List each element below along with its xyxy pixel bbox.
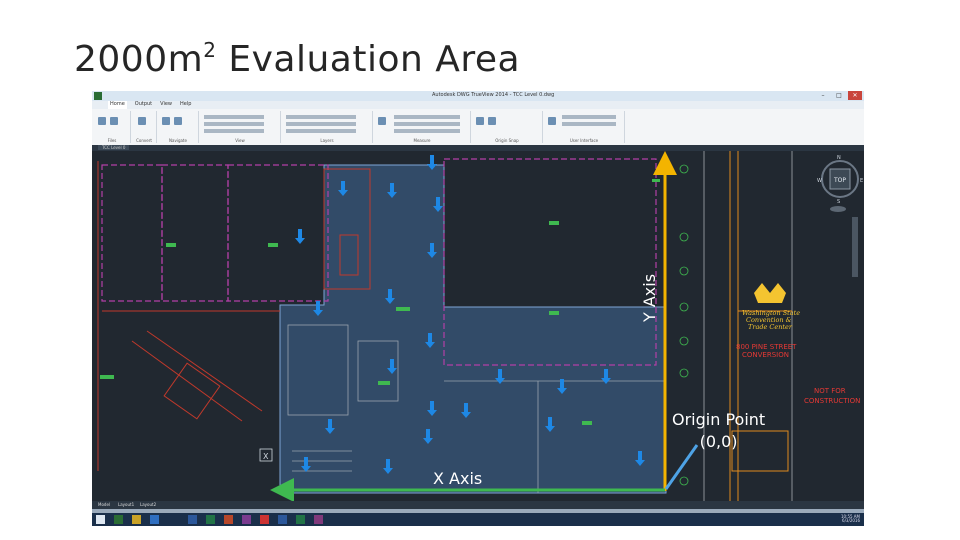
ui-option-2[interactable] [562,122,616,126]
slide-title: 2000m2 Evaluation Area [74,38,521,80]
layout-tabs: Model Layout1 Layout2 [92,501,864,509]
pan-icon[interactable] [174,117,182,125]
ribbon-group-view: View [200,111,281,143]
minimize-button[interactable]: – [816,91,830,100]
taskbar-app-icon[interactable] [242,515,251,524]
ribbon-group-layers: Layers [282,111,373,143]
measure-icon[interactable] [378,117,386,125]
taskbar-app-icon[interactable] [114,515,123,524]
tab-output[interactable]: Output [135,101,152,109]
ribbon-group-navigate: Navigate [158,111,199,143]
taskbar-app-icon[interactable] [278,515,287,524]
dwg-compare-icon[interactable] [110,117,118,125]
taskbar-app-icon[interactable] [224,515,233,524]
taskbar-app-icon[interactable] [188,515,197,524]
extents-icon[interactable] [162,117,170,125]
layer-state-select[interactable] [286,122,356,126]
window-titlebar: Autodesk DWG TrueView 2014 - TCC Level 0… [92,91,864,101]
taskbar-app-icon[interactable] [314,515,323,524]
taskbar-app-icon[interactable] [132,515,141,524]
x-axis-label: X Axis [433,469,483,488]
tab-help[interactable]: Help [180,101,191,109]
ribbon-group-user-interface: User Interface [544,111,625,143]
taskbar-app-icon[interactable] [296,515,305,524]
app-menu-button[interactable] [94,92,102,100]
ribbon-group-measure: Measure [374,111,471,143]
taskbar-app-icon[interactable] [206,515,215,524]
convert-icon[interactable] [138,117,146,125]
current-layer-select[interactable] [286,129,356,133]
window-title: Autodesk DWG TrueView 2014 - TCC Level 0… [432,92,555,98]
taskbar-app-icon[interactable] [150,515,159,524]
ribbon-group-origin-snap: Origin Snap [472,111,543,143]
tab-model[interactable]: Model [98,502,110,507]
view-select[interactable] [204,122,264,126]
open-icon[interactable] [98,117,106,125]
ucs-icon[interactable] [488,117,496,125]
ui-option-1[interactable] [562,115,616,119]
taskbar-clock[interactable]: 10:55 AM 6/3/2016 [841,515,860,523]
tab-view[interactable]: View [160,101,172,109]
named-views-select[interactable] [204,129,264,133]
visual-style-select[interactable] [204,115,264,119]
close-button[interactable]: ✕ [848,91,862,100]
ribbon-group-convert: Convert [132,111,157,143]
layer-properties-control[interactable] [286,115,356,119]
ribbon-tabs: Home Output View Help [92,101,864,109]
measure-option-3[interactable] [394,129,460,133]
tab-layout1[interactable]: Layout1 [118,502,134,507]
tab-home[interactable]: Home [108,101,127,109]
taskbar-app-icon[interactable] [260,515,269,524]
tab-layout2[interactable]: Layout2 [140,502,156,507]
ribbon: Files Convert Navigate View Layers Measu… [92,109,864,146]
snap-icon[interactable] [476,117,484,125]
windows-taskbar: 10:55 AM 6/3/2016 [92,513,864,526]
user-interface-icon[interactable] [548,117,556,125]
maximize-button[interactable]: □ [832,91,846,100]
doc-tab-tcc-level-0[interactable]: TCC Level 0 [98,145,130,150]
y-axis-label: Y Axis [640,273,659,322]
origin-point-label: Origin Point (0,0) [672,410,766,451]
dwg-viewer-window: Autodesk DWG TrueView 2014 - TCC Level 0… [92,91,864,526]
measure-option-1[interactable] [394,115,460,119]
ribbon-group-files: Files [94,111,131,143]
measure-option-2[interactable] [394,122,460,126]
start-button[interactable] [96,515,105,524]
